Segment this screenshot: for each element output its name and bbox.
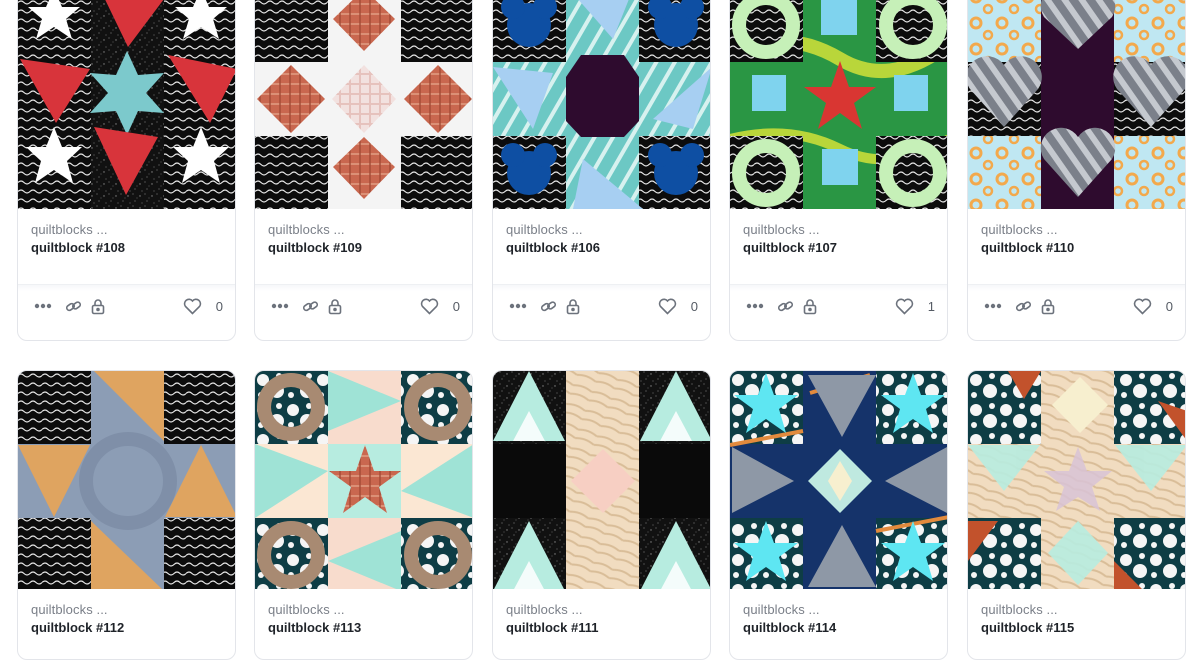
quilt-card[interactable]: quiltblocks ... quiltblock #113 (254, 370, 473, 660)
more-dots-icon[interactable] (744, 295, 766, 317)
heart-icon (183, 298, 202, 315)
link-icon[interactable] (775, 295, 795, 317)
quilt-card[interactable]: quiltblocks ... quiltblock #110 0 (967, 0, 1186, 341)
like-button[interactable]: 0 (183, 295, 223, 317)
more-dots-icon[interactable] (982, 295, 1004, 317)
quilt-card[interactable]: quiltblocks ... quiltblock #108 0 (17, 0, 236, 341)
link-icon[interactable] (538, 295, 558, 317)
like-count: 0 (452, 298, 460, 314)
like-button[interactable]: 0 (1133, 295, 1173, 317)
lock-icon[interactable] (89, 295, 107, 317)
quilt-thumbnail[interactable] (493, 0, 710, 209)
card-actions: 0 (493, 284, 710, 330)
block-name[interactable]: quiltblock #112 (31, 619, 223, 637)
more-dots-icon[interactable] (269, 295, 291, 317)
collection-label[interactable]: quiltblocks ... (981, 221, 1173, 239)
block-name[interactable]: quiltblock #106 (506, 239, 698, 257)
link-icon[interactable] (1013, 295, 1033, 317)
card-actions: 0 (255, 284, 472, 330)
like-count: 0 (1165, 298, 1173, 314)
block-name[interactable]: quiltblock #115 (981, 619, 1173, 637)
collection-label[interactable]: quiltblocks ... (268, 221, 460, 239)
collection-label[interactable]: quiltblocks ... (743, 601, 935, 619)
block-name[interactable]: quiltblock #114 (743, 619, 935, 637)
quilt-thumbnail[interactable] (18, 0, 235, 209)
block-name[interactable]: quiltblock #107 (743, 239, 935, 257)
lock-icon[interactable] (326, 295, 344, 317)
like-count: 0 (215, 298, 223, 314)
collection-label[interactable]: quiltblocks ... (31, 221, 223, 239)
more-dots-icon[interactable] (507, 295, 529, 317)
link-icon[interactable] (63, 295, 83, 317)
quilt-card[interactable]: quiltblocks ... quiltblock #111 (492, 370, 711, 660)
heart-icon (420, 298, 439, 315)
card-actions: 0 (18, 284, 235, 330)
quilt-card[interactable]: quiltblocks ... quiltblock #107 1 (729, 0, 948, 341)
like-count: 0 (690, 298, 698, 314)
collection-label[interactable]: quiltblocks ... (31, 601, 223, 619)
heart-icon (895, 298, 914, 315)
heart-icon (1133, 298, 1152, 315)
quilt-card[interactable]: quiltblocks ... quiltblock #115 (967, 370, 1186, 660)
block-name[interactable]: quiltblock #110 (981, 239, 1173, 257)
quilt-thumbnail[interactable] (968, 0, 1185, 209)
quilt-card[interactable]: quiltblocks ... quiltblock #112 (17, 370, 236, 660)
block-name[interactable]: quiltblock #108 (31, 239, 223, 257)
heart-icon (658, 298, 677, 315)
block-name[interactable]: quiltblock #113 (268, 619, 460, 637)
block-name[interactable]: quiltblock #109 (268, 239, 460, 257)
card-actions: 1 (730, 284, 947, 330)
quilt-thumbnail[interactable] (255, 371, 472, 589)
lock-icon[interactable] (1039, 295, 1057, 317)
collection-label[interactable]: quiltblocks ... (506, 601, 698, 619)
link-icon[interactable] (300, 295, 320, 317)
like-count: 1 (927, 298, 935, 314)
block-name[interactable]: quiltblock #111 (506, 619, 698, 637)
lock-icon[interactable] (564, 295, 582, 317)
more-dots-icon[interactable] (32, 295, 54, 317)
lock-icon[interactable] (801, 295, 819, 317)
collection-label[interactable]: quiltblocks ... (506, 221, 698, 239)
collection-label[interactable]: quiltblocks ... (743, 221, 935, 239)
card-actions: 0 (968, 284, 1185, 330)
like-button[interactable]: 0 (658, 295, 698, 317)
like-button[interactable]: 1 (895, 295, 935, 317)
quilt-thumbnail[interactable] (968, 371, 1185, 589)
quilt-thumbnail[interactable] (730, 371, 947, 589)
like-button[interactable]: 0 (420, 295, 460, 317)
quilt-card[interactable]: quiltblocks ... quiltblock #106 0 (492, 0, 711, 341)
quilt-thumbnail[interactable] (255, 0, 472, 209)
quilt-card[interactable]: quiltblocks ... quiltblock #114 (729, 370, 948, 660)
quilt-thumbnail[interactable] (493, 371, 710, 589)
collection-label[interactable]: quiltblocks ... (981, 601, 1173, 619)
quilt-thumbnail[interactable] (730, 0, 947, 209)
quilt-card[interactable]: quiltblocks ... quiltblock #109 0 (254, 0, 473, 341)
collection-label[interactable]: quiltblocks ... (268, 601, 460, 619)
quilt-thumbnail[interactable] (18, 371, 235, 589)
